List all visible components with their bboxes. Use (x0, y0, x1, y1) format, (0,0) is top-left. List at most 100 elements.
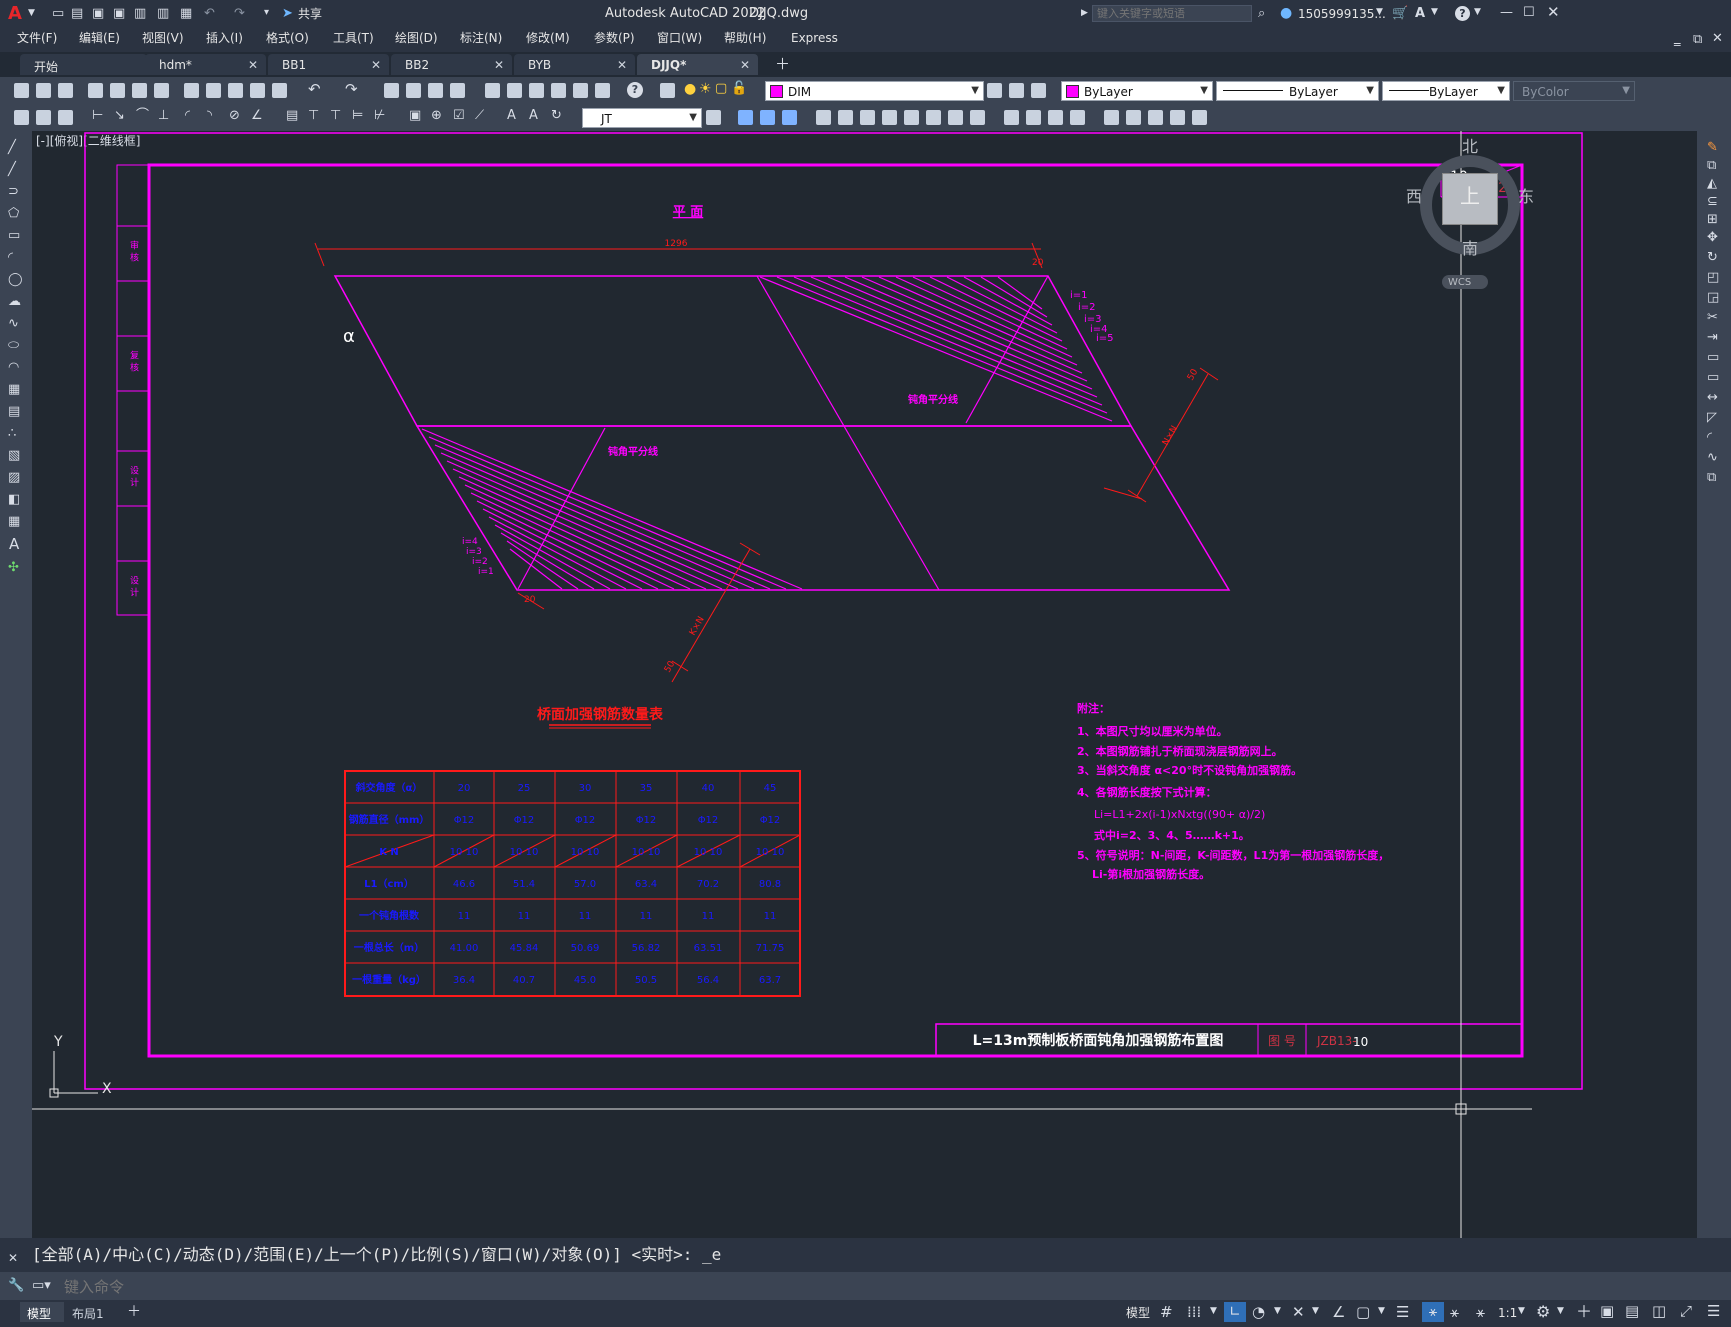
command-customize-icon[interactable]: 🔧 (8, 1279, 24, 1292)
toolbar-2-icon-f[interactable] (782, 110, 797, 125)
toolbar-2-icon-b[interactable] (36, 110, 51, 125)
make-block-icon[interactable]: ▤ (8, 405, 20, 418)
arc-length-icon[interactable]: ⌒ (136, 109, 149, 122)
ortho-icon[interactable]: ∟ (1224, 1302, 1246, 1322)
plotstyle-dropdown[interactable]: ByColor ▼ (1513, 81, 1635, 101)
menu-item-express[interactable]: Express (791, 32, 838, 44)
user-icon[interactable]: ● (1280, 6, 1292, 20)
toolbar-2-icon-n[interactable] (970, 110, 985, 125)
toolbar-2-icon-k[interactable] (904, 110, 919, 125)
aligned-dim-icon[interactable]: ↘ (114, 109, 125, 122)
tab-close-icon[interactable]: ✕ (740, 58, 750, 72)
help-icon[interactable]: ? (1455, 6, 1470, 21)
blend-icon[interactable]: ∿ (1707, 451, 1718, 464)
join-icon[interactable]: ↔ (1707, 391, 1718, 404)
lineweight-dropdown[interactable]: ByLayer ▼ (1382, 81, 1510, 101)
revcloud-icon[interactable]: ☁ (8, 295, 21, 308)
add-selected-icon[interactable]: ✣ (8, 561, 19, 574)
dim-edit-icon[interactable]: A (507, 109, 516, 122)
undo-icon[interactable]: ↶ (204, 7, 215, 20)
toolbar-undo-icon[interactable]: ↶ (308, 82, 321, 97)
explode-icon[interactable]: ⧉ (1707, 471, 1716, 484)
isodraft-chevron-icon[interactable]: ▼ (1312, 1307, 1319, 1316)
doc-minimize-icon[interactable]: ‗ (1674, 33, 1681, 46)
viewcube-north[interactable]: 北 (1462, 139, 1478, 155)
scale-chevron-icon[interactable]: ▼ (1518, 1307, 1525, 1316)
toolbar-markup-icon[interactable] (573, 83, 588, 98)
annotation-scale-value[interactable]: 1:1 (1498, 1307, 1517, 1319)
dim-space-icon[interactable]: ⊨ (352, 109, 363, 122)
add-layout-icon[interactable]: ＋ (127, 1305, 141, 1319)
toolbar-matchprop-icon[interactable] (250, 83, 265, 98)
tab-bb1[interactable]: BB1 ✕ (268, 54, 389, 75)
command-close-icon[interactable]: ✕ (8, 1252, 18, 1264)
quick-dim-icon[interactable]: ▤ (286, 109, 298, 122)
layout-tab-model[interactable]: 模型 (20, 1302, 64, 1322)
tab-close-icon[interactable]: ✕ (371, 58, 381, 72)
redo-icon[interactable]: ↷ (234, 7, 245, 20)
minimize-icon[interactable]: — (1500, 6, 1513, 19)
workspace-gear-icon[interactable]: ⚙ (1536, 1304, 1550, 1320)
inspect-icon[interactable]: ☑ (453, 109, 465, 122)
toolbar-2-icon-o[interactable] (1004, 110, 1019, 125)
toolbar-2-icon-g[interactable] (816, 110, 831, 125)
toolbar-2-icon-d[interactable] (738, 110, 753, 125)
toolbar-2-icon-r[interactable] (1070, 110, 1085, 125)
toolbar-2-icon-v[interactable] (1170, 110, 1185, 125)
search-input[interactable] (1092, 5, 1252, 22)
toolbar-copy-icon[interactable] (206, 83, 221, 98)
polar-icon[interactable]: ◔ (1252, 1305, 1265, 1320)
dim-break-icon[interactable]: ⊬ (374, 109, 385, 122)
toolbar-3dprint-icon[interactable] (154, 83, 169, 98)
toolbar-sheetset-icon[interactable] (551, 83, 566, 98)
menu-item-edit[interactable]: 编辑(E) (79, 32, 120, 44)
units-icon[interactable]: ▣ (1600, 1304, 1614, 1319)
share-icon[interactable]: ➤ (282, 7, 293, 20)
trim-icon[interactable]: ✂ (1707, 311, 1718, 324)
gradient-icon[interactable]: ▨ (8, 471, 20, 484)
radius-dim-icon[interactable]: ◜ (185, 109, 190, 122)
toolbar-publish-icon[interactable] (132, 83, 147, 98)
toolbar-save-icon[interactable] (58, 83, 73, 98)
move-icon[interactable]: ✥ (1707, 231, 1718, 244)
doc-restore-icon[interactable]: ⧉ (1693, 33, 1702, 46)
annotation-scale-icon[interactable]: ⚹ (1476, 1305, 1485, 1320)
open-web-icon[interactable]: ▥ (134, 7, 146, 20)
menu-item-modify[interactable]: 修改(M) (526, 32, 570, 44)
quick-properties-icon[interactable]: ▤ (1625, 1304, 1639, 1319)
ordinate-dim-icon[interactable]: ⊥ (158, 109, 169, 122)
auto-scale-icon[interactable]: ⚹ (1450, 1305, 1459, 1320)
polar-chevron-icon[interactable]: ▼ (1274, 1307, 1281, 1316)
model-space-button[interactable]: 模型 (1126, 1307, 1150, 1319)
tab-bb2[interactable]: BB2 ✕ (391, 54, 512, 75)
center-mark-icon[interactable]: ⊕ (431, 109, 442, 122)
new-tab-icon[interactable]: ＋ (775, 57, 790, 72)
toolbar-2-icon-u[interactable] (1148, 110, 1163, 125)
insert-block-icon[interactable]: ▦ (8, 383, 20, 396)
layer-dropdown[interactable]: DIM ▼ (765, 81, 984, 101)
diameter-dim-icon[interactable]: ⊘ (229, 109, 240, 122)
toolbar-2-icon-a[interactable] (14, 110, 29, 125)
lineweight-icon[interactable]: ☰ (1396, 1305, 1409, 1320)
toolbar-2-icon-l[interactable] (926, 110, 941, 125)
region-icon[interactable]: ◧ (8, 493, 20, 506)
point-icon[interactable]: ∴ (8, 427, 16, 440)
command-recent-icon[interactable]: ▭▾ (32, 1279, 51, 1292)
ellipse-icon[interactable]: ⬭ (8, 339, 19, 352)
snap-chevron-icon[interactable]: ▼ (1210, 1307, 1217, 1316)
dim-text-edit-icon[interactable]: A (529, 109, 538, 122)
tolerance-icon[interactable]: ▣ (409, 109, 421, 122)
menu-item-view[interactable]: 视图(V) (142, 32, 184, 44)
toolbar-paste-icon[interactable] (228, 83, 243, 98)
array-icon[interactable]: ⊞ (1707, 213, 1718, 226)
toolbar-2-icon-h[interactable] (838, 110, 853, 125)
mirror-icon[interactable]: ◭ (1707, 177, 1717, 190)
tab-djjq[interactable]: DJJQ* ✕ (637, 54, 758, 75)
toolbar-2-icon-w[interactable] (1192, 110, 1207, 125)
tab-byb[interactable]: BYB ✕ (514, 54, 635, 75)
layout-tab-layout1[interactable]: 布局1 (66, 1302, 116, 1322)
help-chevron-icon[interactable]: ▼ (1474, 8, 1481, 17)
menu-item-file[interactable]: 文件(F) (17, 32, 57, 44)
open-file-icon[interactable]: ▤ (71, 7, 83, 20)
toolbar-zoom-realtime-icon[interactable] (406, 83, 421, 98)
